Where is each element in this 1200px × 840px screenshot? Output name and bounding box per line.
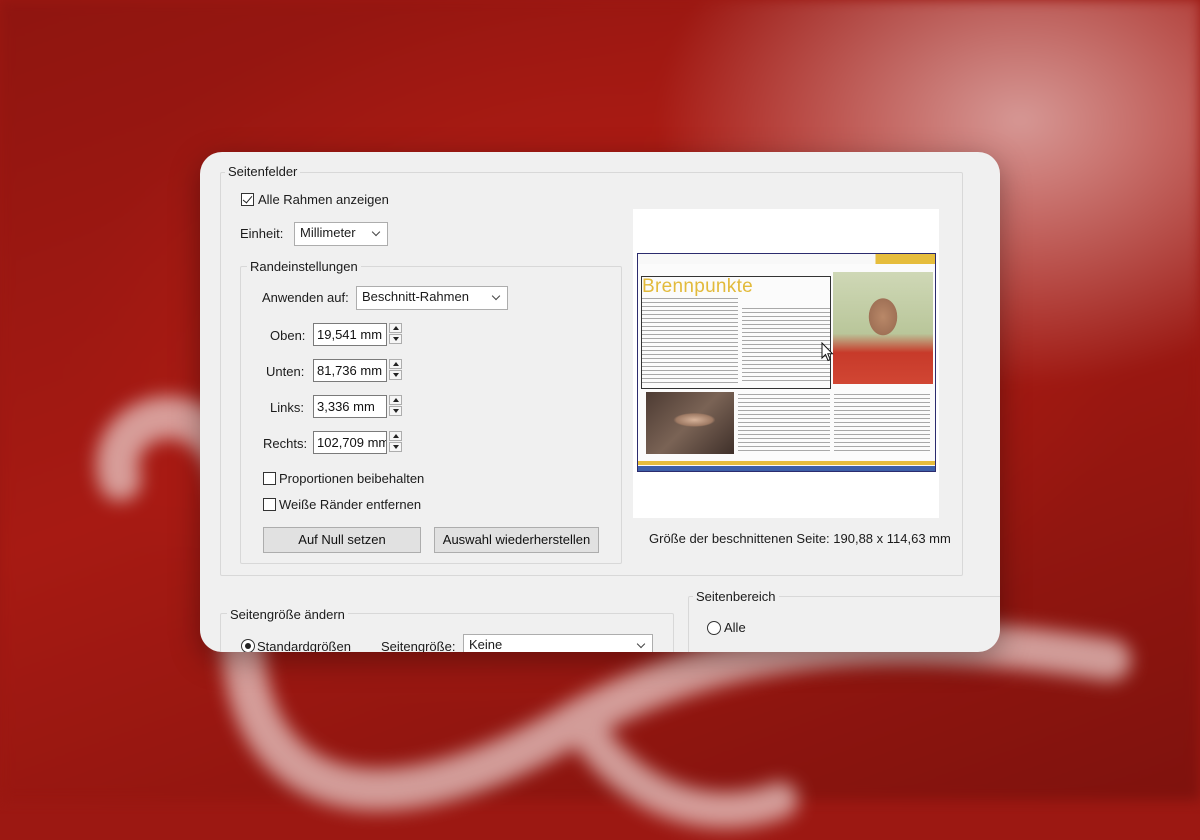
unit-label: Einheit:: [240, 226, 284, 241]
show-all-frames-label[interactable]: Alle Rahmen anzeigen: [258, 192, 389, 207]
standard-sizes-radio[interactable]: [241, 639, 255, 652]
page-size-select-value: Keine: [469, 637, 503, 652]
randeinstellungen-group: [240, 266, 622, 564]
margin-left-input[interactable]: [313, 395, 387, 418]
spin-up-icon[interactable]: [389, 431, 402, 441]
margin-bottom-stepper[interactable]: [389, 359, 402, 381]
margin-left-label: Links:: [270, 400, 304, 415]
spin-down-icon[interactable]: [389, 334, 402, 344]
crop-region-frame: [641, 276, 831, 389]
chevron-down-icon: [486, 287, 507, 309]
seitenfelder-legend: Seitenfelder: [225, 164, 301, 179]
spin-up-icon[interactable]: [389, 323, 402, 333]
reset-to-zero-button[interactable]: Auf Null setzen: [263, 527, 421, 553]
mouse-cursor-icon: [821, 342, 834, 362]
margin-left-stepper[interactable]: [389, 395, 402, 417]
footer-band: [638, 461, 935, 465]
remove-white-margins-checkbox[interactable]: [263, 498, 276, 511]
margin-right-stepper[interactable]: [389, 431, 402, 453]
spin-down-icon[interactable]: [389, 370, 402, 380]
spin-down-icon[interactable]: [389, 406, 402, 416]
page-size-select[interactable]: Keine: [463, 634, 653, 652]
keep-proportions-checkbox[interactable]: [263, 472, 276, 485]
all-pages-label[interactable]: Alle: [724, 620, 746, 635]
margin-bottom-input[interactable]: [313, 359, 387, 382]
apply-to-select[interactable]: Beschnitt-Rahmen: [356, 286, 508, 310]
article-text-column: [834, 394, 930, 454]
crop-pages-dialog: Seitenfelder Alle Rahmen anzeigen Einhei…: [200, 152, 1000, 652]
unit-select[interactable]: Millimeter: [294, 222, 388, 246]
spin-down-icon[interactable]: [389, 442, 402, 452]
standard-sizes-label[interactable]: Standardgrößen: [257, 639, 351, 652]
chevron-down-icon: [366, 223, 387, 245]
cropped-page-size-text: Größe der beschnittenen Seite: 190,88 x …: [649, 531, 951, 546]
chevron-down-icon: [631, 635, 652, 652]
spin-up-icon[interactable]: [389, 359, 402, 369]
margin-right-label: Rechts:: [263, 436, 308, 451]
apply-to-select-value: Beschnitt-Rahmen: [362, 289, 469, 304]
randeinstellungen-legend: Randeinstellungen: [247, 259, 361, 274]
spin-up-icon[interactable]: [389, 395, 402, 405]
show-all-frames-checkbox[interactable]: [241, 193, 254, 206]
page-size-label: Seitengröße:: [381, 639, 456, 652]
restore-selection-button[interactable]: Auswahl wiederherstellen: [434, 527, 599, 553]
portrait-photo: [833, 272, 933, 384]
keep-proportions-label[interactable]: Proportionen beibehalten: [279, 471, 424, 486]
margin-top-input[interactable]: [313, 323, 387, 346]
unit-select-value: Millimeter: [300, 225, 356, 240]
figure-photo: [646, 392, 734, 454]
footer-band-blue: [638, 466, 935, 471]
margin-bottom-label: Unten:: [266, 364, 305, 379]
margin-top-stepper[interactable]: [389, 323, 402, 345]
margin-top-label: Oben:: [270, 328, 306, 343]
header-band: [638, 254, 935, 264]
remove-white-margins-label[interactable]: Weiße Ränder entfernen: [279, 497, 421, 512]
seitenbereich-legend: Seitenbereich: [693, 589, 779, 604]
seitengroesse-legend: Seitengröße ändern: [227, 607, 348, 622]
apply-to-label: Anwenden auf:: [262, 290, 349, 305]
article-text-column: [738, 394, 830, 454]
margin-right-input[interactable]: [313, 431, 387, 454]
all-pages-radio[interactable]: [707, 621, 721, 635]
